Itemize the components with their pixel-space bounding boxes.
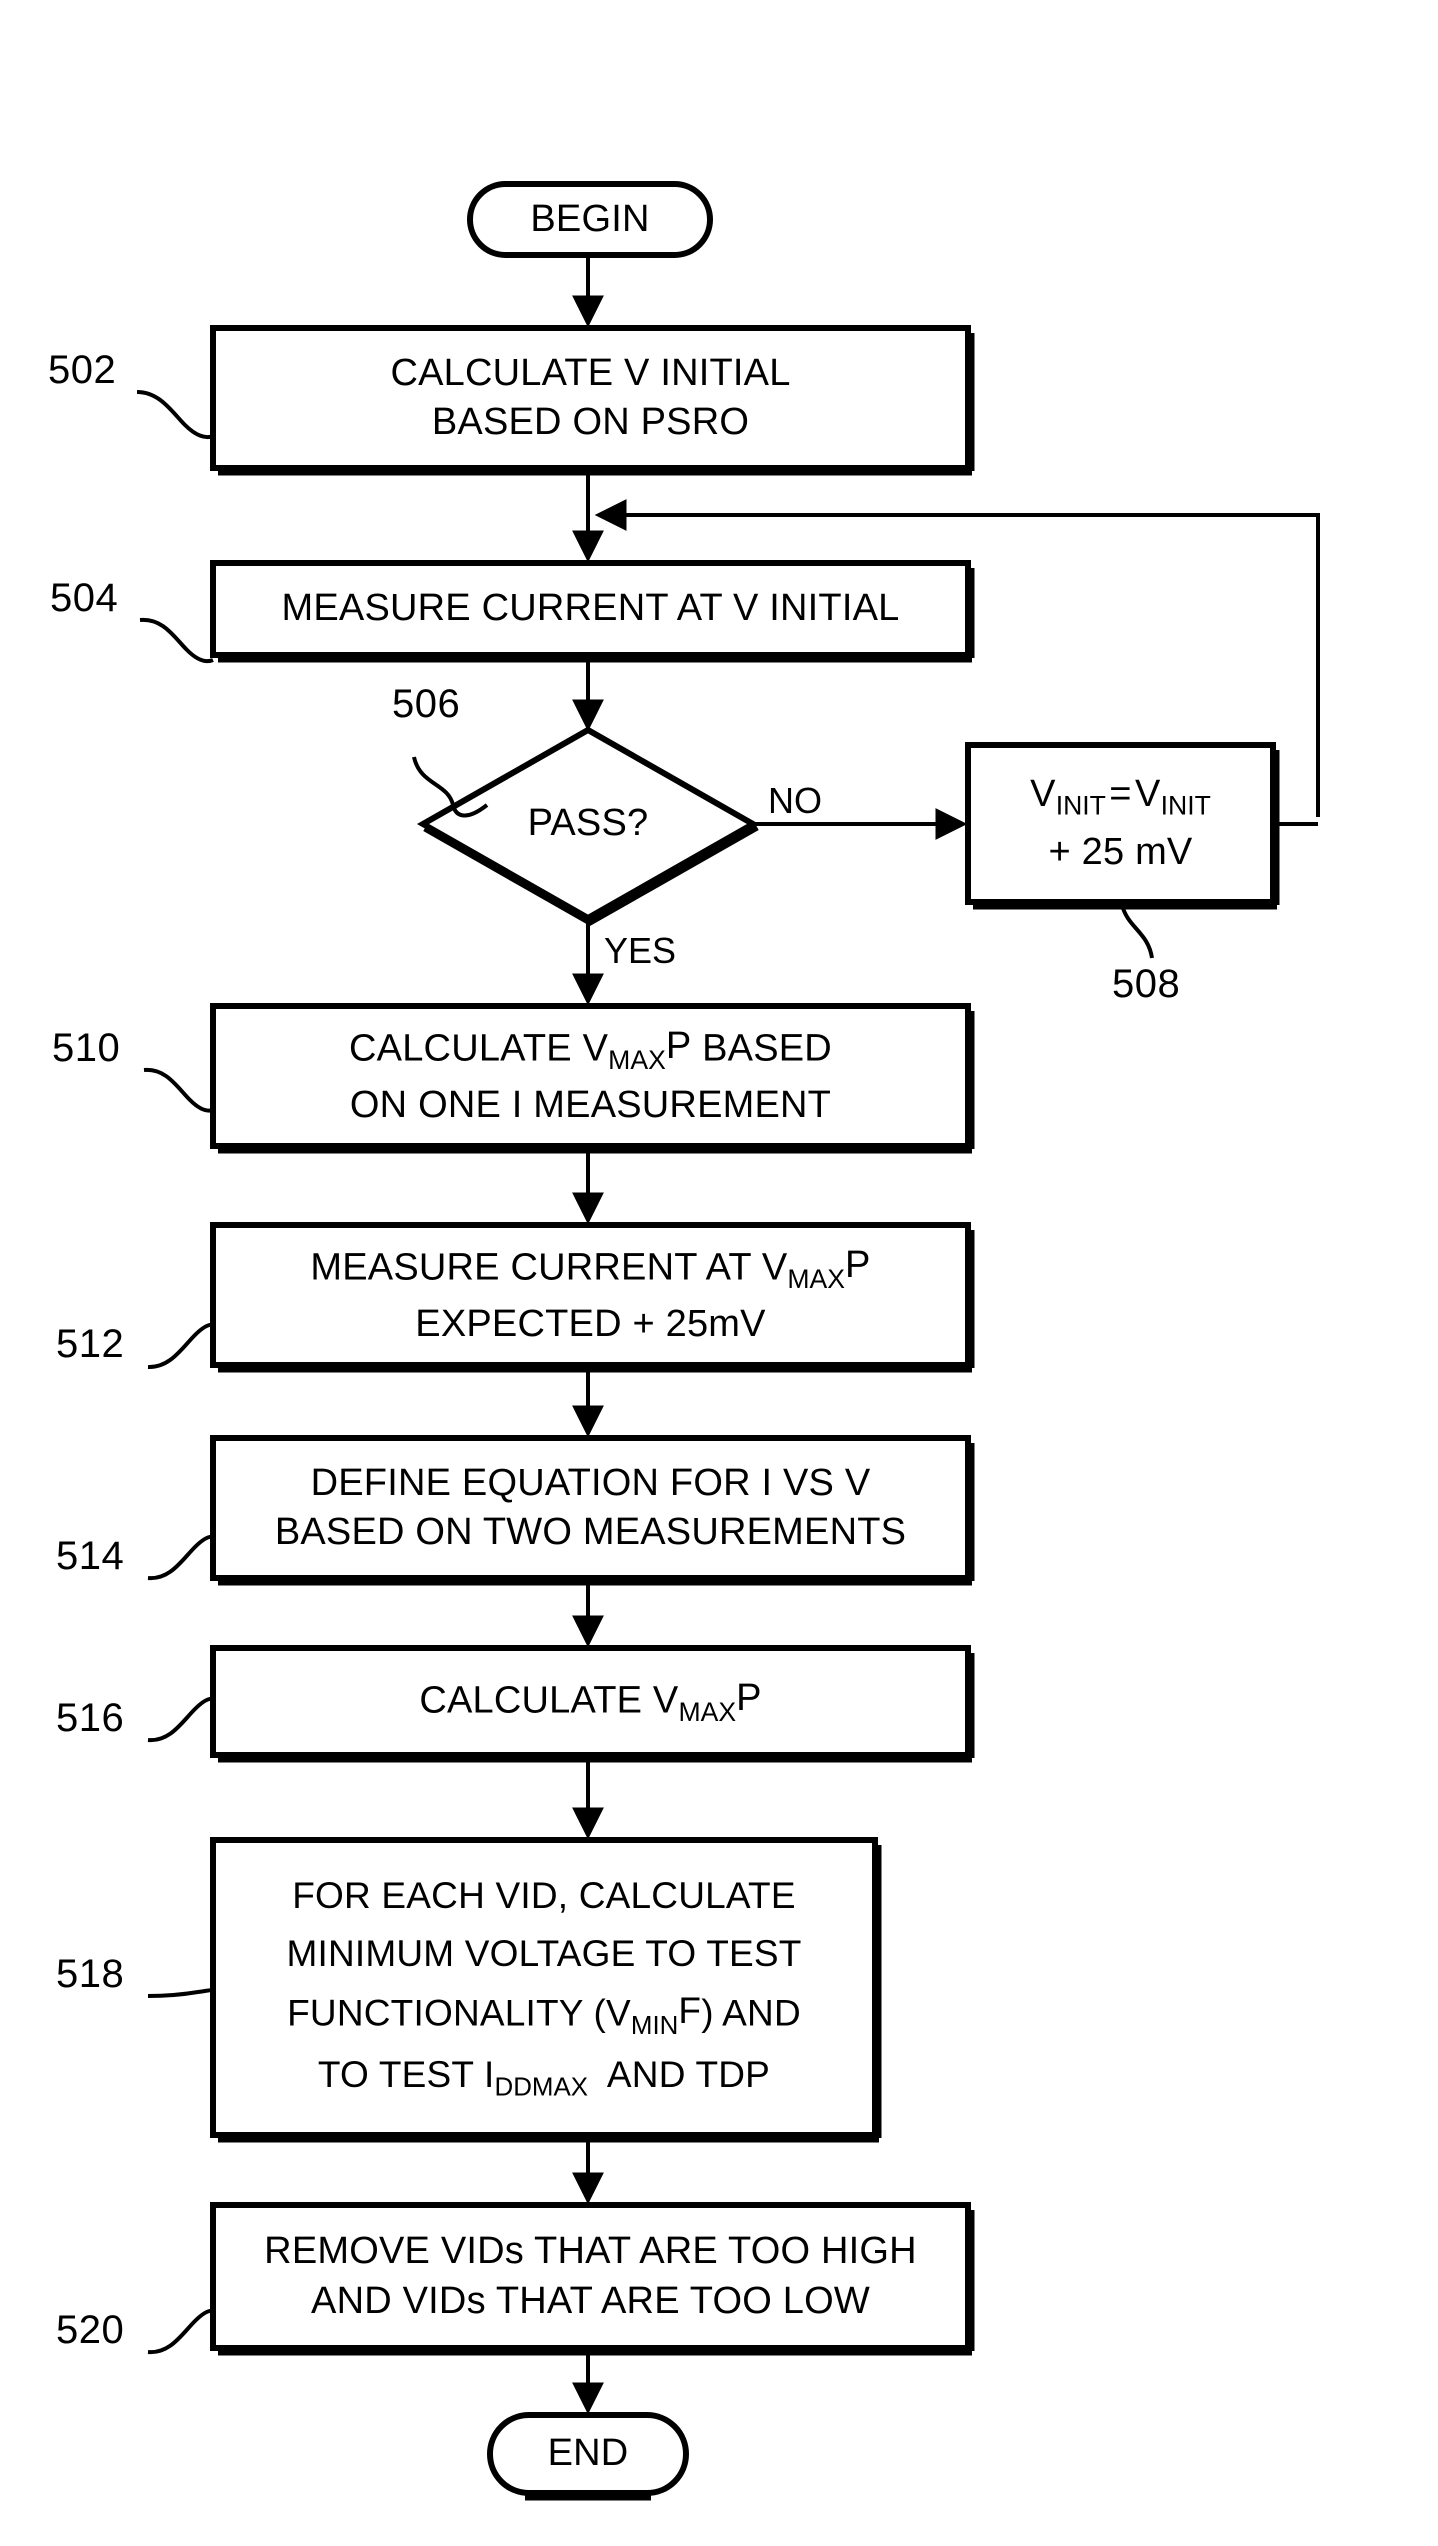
node-520-shape (210, 2202, 971, 2351)
edge-label-yes: YES (604, 930, 677, 971)
node-514-shape (210, 1435, 971, 1581)
ref-506: 506 (392, 682, 461, 726)
edge-label-no: NO (768, 780, 822, 821)
ref-520: 520 (56, 2308, 125, 2352)
flowchart-canvas: BEGIN CALCULATE V INITIAL BASED ON PSRO … (0, 0, 1438, 2546)
node-502-shape (210, 325, 971, 471)
ref-514: 514 (56, 1534, 125, 1578)
ref-516: 516 (56, 1696, 125, 1740)
leader-510 (143, 1067, 214, 1113)
node-506-shape (416, 726, 760, 922)
ref-518: 518 (56, 1952, 125, 1996)
node-510-shape (210, 1003, 971, 1149)
leader-520 (147, 2308, 214, 2355)
ref-502: 502 (48, 348, 117, 392)
ref-508: 508 (1112, 962, 1181, 1006)
node-504-shape (210, 560, 971, 658)
leader-514 (147, 1534, 214, 1581)
node-512-shape (210, 1222, 971, 1368)
leader-518 (147, 1988, 214, 1998)
leader-504 (139, 617, 214, 664)
leader-502 (136, 390, 214, 440)
ref-504: 504 (50, 576, 119, 620)
ref-510: 510 (52, 1026, 121, 1070)
end-terminal-shape (487, 2412, 689, 2496)
node-516-shape (210, 1645, 971, 1758)
node-508-shape (965, 742, 1276, 905)
leader-512 (147, 1322, 214, 1370)
flowchart-graphics (136, 181, 1320, 2501)
leader-508 (1120, 904, 1154, 959)
leader-516 (147, 1696, 214, 1743)
node-518-shape (210, 1837, 878, 2138)
begin-terminal-shape (467, 181, 713, 258)
ref-512: 512 (56, 1322, 125, 1366)
